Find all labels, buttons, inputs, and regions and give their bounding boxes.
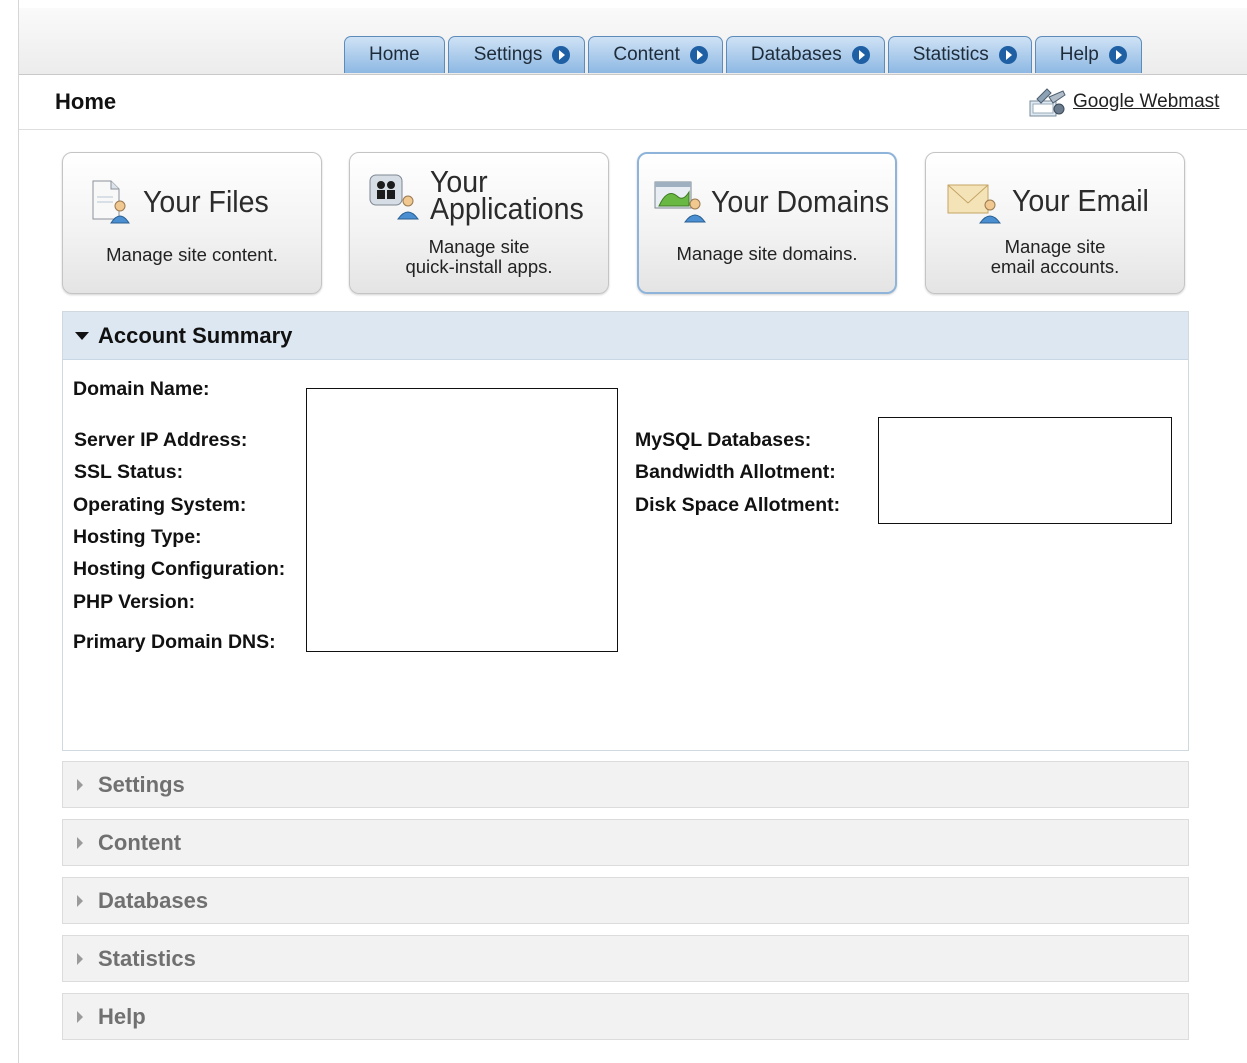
mysql-databases-label: MySQL Databases: bbox=[635, 429, 812, 451]
tab-label: Settings bbox=[473, 44, 543, 65]
card-title: Your Domains bbox=[711, 184, 890, 219]
tab-label: Help bbox=[1059, 44, 1099, 65]
section-help[interactable]: Help bbox=[62, 993, 1189, 1040]
webmaster-tools-icon bbox=[1029, 88, 1066, 117]
section-settings[interactable]: Settings bbox=[62, 761, 1189, 808]
section-content[interactable]: Content bbox=[62, 819, 1189, 866]
expand-triangle-icon bbox=[77, 778, 83, 791]
expand-triangle-icon bbox=[77, 952, 83, 965]
hosting-configuration-label: Hosting Configuration: bbox=[73, 558, 286, 580]
card-description: Manage site domains. bbox=[676, 243, 858, 264]
your-files-card[interactable]: Your Files Manage site content. bbox=[62, 152, 322, 294]
tab-label: Content bbox=[613, 44, 680, 65]
arrow-right-icon[interactable] bbox=[1108, 46, 1127, 64]
tab-content[interactable]: Content bbox=[588, 36, 723, 73]
collapse-triangle-icon bbox=[75, 331, 89, 340]
main-tabs: Home Settings Content Databases Statisti… bbox=[344, 36, 1145, 74]
left-border bbox=[18, 0, 19, 1063]
section-statistics[interactable]: Statistics bbox=[62, 935, 1189, 982]
tab-label: Home bbox=[369, 44, 420, 65]
expand-triangle-icon bbox=[77, 894, 83, 907]
domain-name-label: Domain Name: bbox=[73, 378, 210, 400]
tab-statistics[interactable]: Statistics bbox=[887, 36, 1032, 73]
email-icon bbox=[947, 184, 1001, 224]
arrow-right-icon[interactable] bbox=[689, 46, 708, 64]
server-ip-label: Server IP Address: bbox=[74, 429, 248, 451]
hosting-type-label: Hosting Type: bbox=[73, 526, 202, 548]
card-title-line2: Applications bbox=[430, 191, 584, 226]
tab-home[interactable]: Home bbox=[344, 36, 445, 73]
section-title: Statistics bbox=[98, 945, 196, 971]
section-title: Settings bbox=[98, 771, 185, 797]
your-applications-card[interactable]: Your Applications Manage site quick-inst… bbox=[349, 152, 609, 294]
tab-help[interactable]: Help bbox=[1034, 36, 1142, 73]
arrow-right-icon[interactable] bbox=[552, 46, 571, 64]
applications-icon bbox=[369, 174, 419, 220]
php-version-label: PHP Version: bbox=[73, 591, 196, 613]
disk-space-allotment-label: Disk Space Allotment: bbox=[635, 494, 841, 516]
page-title: Home bbox=[55, 89, 117, 114]
card-title: Your Files bbox=[143, 184, 269, 219]
webmaster-tools: Google Webmast bbox=[1029, 87, 1219, 117]
tab-label: Databases bbox=[750, 44, 842, 65]
tab-settings[interactable]: Settings bbox=[447, 36, 586, 73]
files-icon bbox=[92, 180, 130, 224]
ssl-status-label: SSL Status: bbox=[74, 461, 184, 483]
card-description: Manage site email accounts. bbox=[990, 236, 1120, 277]
google-webmaster-link[interactable]: Google Webmast bbox=[1073, 91, 1219, 113]
tab-databases[interactable]: Databases bbox=[725, 36, 885, 73]
card-title: Your Email bbox=[1012, 183, 1149, 218]
account-summary-title: Account Summary bbox=[98, 322, 293, 348]
bandwidth-allotment-label: Bandwidth Allotment: bbox=[635, 461, 836, 483]
page-header: Home Google Webmast bbox=[19, 75, 1247, 130]
arrow-right-icon[interactable] bbox=[851, 46, 870, 64]
section-title: Help bbox=[98, 1003, 146, 1029]
section-title: Databases bbox=[98, 887, 209, 913]
card-description: Manage site content. bbox=[106, 244, 278, 265]
section-title: Content bbox=[98, 829, 182, 855]
your-domains-card[interactable]: Your Domains Manage site domains. bbox=[637, 152, 897, 294]
expand-triangle-icon bbox=[77, 1010, 83, 1023]
redacted-values-box bbox=[306, 388, 618, 652]
your-email-card[interactable]: Your Email Manage site email accounts. bbox=[925, 152, 1185, 294]
card-description: Manage site quick-install apps. bbox=[405, 236, 553, 277]
redacted-allotments-box bbox=[878, 417, 1172, 524]
primary-domain-dns-label: Primary Domain DNS: bbox=[73, 631, 276, 653]
section-databases[interactable]: Databases bbox=[62, 877, 1189, 924]
operating-system-label: Operating System: bbox=[73, 494, 247, 516]
account-summary-panel: Account Summary Domain Name: Server IP A… bbox=[62, 311, 1189, 751]
tab-label: Statistics bbox=[912, 44, 989, 65]
account-summary-header[interactable]: Account Summary bbox=[63, 312, 1188, 360]
arrow-right-icon[interactable] bbox=[998, 46, 1017, 64]
domains-icon bbox=[654, 181, 706, 223]
expand-triangle-icon bbox=[77, 836, 83, 849]
